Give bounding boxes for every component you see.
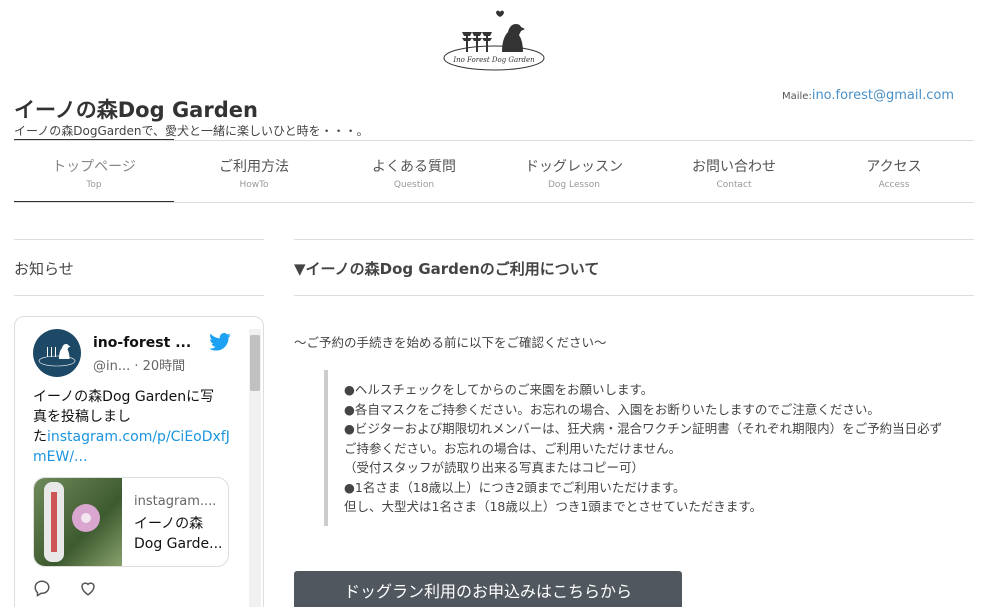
tweet-media-card[interactable]: instagram.... イーノの森 Dog Garde... — [33, 477, 229, 567]
tweet-link[interactable]: mEW/... — [33, 449, 87, 465]
main-divider-bottom — [294, 295, 974, 296]
tweet-text: イーノの森Dog Gardenに写 真を投稿しまし たinstagram.com… — [33, 387, 233, 467]
nav-item-access[interactable]: アクセス Access — [814, 141, 974, 203]
mail-address-link[interactable]: ino.forest@gmail.com — [812, 88, 954, 103]
sidebar-divider-top — [14, 239, 264, 240]
main-nav: トップページ Top ご利用方法 HowTo よくある質問 Question ド… — [14, 141, 974, 203]
widget-scrollbar[interactable] — [249, 329, 261, 607]
nav-item-question[interactable]: よくある質問 Question — [334, 141, 494, 203]
nav-divider-bottom — [14, 202, 974, 203]
tweet-media-title-line: イーノの森 — [134, 516, 204, 532]
mail-contact: Maile:ino.forest@gmail.com — [782, 88, 954, 103]
nav-label-jp: ドッグレッスン — [525, 159, 623, 175]
twitter-timeline-widget: ino-forest ... @in... · 20時間 イーノの森Dog Ga… — [14, 316, 264, 607]
tweet-text-line: た — [33, 429, 47, 445]
nav-label-en: Dog Lesson — [548, 180, 600, 190]
nav-label-jp: よくある質問 — [372, 159, 456, 175]
dog-logo-icon: Ino Forest Dog Garden — [443, 10, 545, 71]
usage-notes-blockquote: ●ヘルスチェックをしてからのご来園をお願いします。 ●各自マスクをご持参ください… — [324, 370, 974, 526]
note-line: （受付スタッフが読取り出来る写真またはコピー可） — [344, 460, 645, 475]
note-line: ●ヘルスチェックをしてからのご来園をお願いします。 — [344, 382, 654, 397]
site-logo[interactable]: Ino Forest Dog Garden — [440, 8, 550, 72]
note-line: ご持参ください。お忘れの場合は、ご利用いただけません。 — [344, 440, 682, 456]
nav-item-contact[interactable]: お問い合わせ Contact — [654, 141, 814, 203]
tweet-link[interactable]: instagram.com/p/CiEoDxfJ — [47, 429, 230, 445]
tweet-text-line: イーノの森Dog Gardenに写 — [33, 389, 215, 405]
twitter-bird-icon[interactable] — [209, 333, 231, 351]
note-line: 但し、大型犬は1名さま（18歳以上）つき1頭までとさせていただきます。 — [344, 499, 763, 514]
mail-label: Maile: — [781, 91, 812, 102]
note-line: ●各自マスクをご持参ください。お忘れの場合、入園をお断りいたしますのでご注意くだ… — [344, 401, 880, 417]
svg-text:Ino Forest Dog Garden: Ino Forest Dog Garden — [452, 56, 535, 64]
tweet-author-handle[interactable]: @in... · 20時間 — [93, 355, 185, 374]
tweet-media-thumbnail — [34, 478, 122, 566]
nav-item-top[interactable]: トップページ Top — [14, 141, 174, 203]
nav-label-jp: ご利用方法 — [219, 159, 289, 175]
dog-logo-icon — [38, 344, 76, 367]
reply-icon[interactable] — [33, 579, 51, 597]
nav-label-en: Question — [393, 180, 435, 190]
nav-label-en: Contact — [716, 180, 752, 190]
intro-text: ～ご予約の手続きを始める前に以下をご確認ください～ — [294, 335, 607, 350]
tweet-text-line: 真を投稿しまし — [33, 409, 131, 425]
tweet-media-domain: instagram.... — [134, 494, 217, 509]
nav-label-en: Top — [86, 180, 102, 190]
nav-item-howto[interactable]: ご利用方法 HowTo — [174, 141, 334, 203]
tweet-author-name[interactable]: ino-forest ... — [93, 335, 191, 351]
tweet-actions — [33, 579, 97, 597]
nav-label-en: HowTo — [239, 180, 269, 190]
tweet-media-title-line: Dog Garde... — [134, 536, 223, 552]
sidebar-divider-bottom — [14, 295, 264, 296]
nav-label-jp: アクセス — [866, 159, 922, 175]
main-divider-top — [294, 239, 974, 240]
thermometer-flower-photo — [44, 482, 100, 562]
nav-item-dog-lesson[interactable]: ドッグレッスン Dog Lesson — [494, 141, 654, 203]
nav-label-en: Access — [878, 180, 910, 190]
tweet-media-title: イーノの森 Dog Garde... — [134, 514, 222, 554]
note-line: ●ビジターおよび期限切れメンバーは、狂犬病・混合ワクチン証明書（それぞれ期限内）… — [344, 421, 943, 436]
site-title[interactable]: イーノの森Dog Garden — [14, 94, 258, 124]
main-heading: ▼イーノの森Dog Gardenのご利用について — [294, 260, 600, 278]
sidebar-heading: お知らせ — [14, 260, 74, 278]
nav-label-jp: トップページ — [52, 159, 136, 175]
note-line: ●1名さま（18歳以上）につき2頭までご利用いただけます。 — [344, 479, 686, 495]
dogrun-apply-button[interactable]: ドッグラン利用のお申込みはこちらから — [294, 571, 682, 607]
tweet-avatar[interactable] — [33, 329, 81, 377]
nav-label-jp: お問い合わせ — [692, 159, 776, 175]
site-tagline: イーノの森DogGardenで、愛犬と一緒に楽しいひと時を・・・。 — [14, 124, 369, 138]
scrollbar-thumb[interactable] — [250, 335, 260, 391]
like-heart-icon[interactable] — [79, 579, 97, 597]
